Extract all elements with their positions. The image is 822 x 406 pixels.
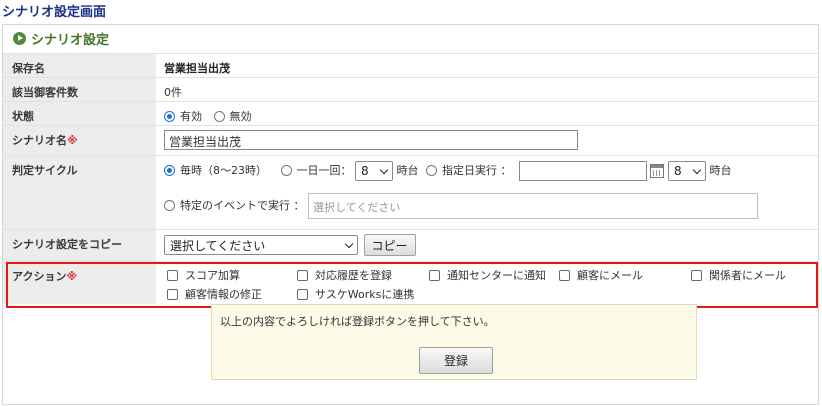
row-cycle: 判定サイクル 毎時（8〜23時） 一日一回： 8 時台 指定日実行 ： 8 時台…	[3, 155, 818, 230]
cycle-event-label: 特定のイベントで実行 ：	[180, 199, 305, 212]
action-score-add[interactable]: スコア加算	[167, 267, 240, 283]
checkbox[interactable]	[559, 270, 570, 281]
circle-arrow-icon	[13, 31, 26, 45]
cycle-hourly-label: 毎時（8〜23時）	[180, 164, 267, 177]
status-active-radio[interactable]	[164, 111, 175, 122]
scenario-name-cell: 営業担当出茂	[156, 125, 818, 156]
cycle-hourly-radio[interactable]	[164, 165, 175, 176]
status-active-option[interactable]: 有効	[164, 108, 202, 124]
daily-hour-suffix: 時台	[396, 164, 419, 177]
cycle-line-2: 特定のイベントで実行 ： 選択してください	[164, 193, 818, 219]
status-inactive-option[interactable]: 無効	[213, 108, 252, 124]
calendar-icon[interactable]	[650, 164, 664, 178]
action-sasuke-works[interactable]: サスケWorksに連携	[297, 286, 414, 302]
checkbox[interactable]	[297, 270, 308, 281]
cycle-specific-date-radio[interactable]	[426, 165, 437, 176]
action-notify-center[interactable]: 通知センターに通知	[429, 267, 546, 283]
confirm-notice: 以上の内容でよろしければ登録ボタンを押して下さい。 登録	[211, 304, 697, 380]
action-options: スコア加算 対応履歴を登録 通知センターに通知 顧客にメール 関係者にメール 顧…	[156, 261, 818, 304]
row-action: アクション※ スコア加算 対応履歴を登録 通知センターに通知 顧客にメール 関係…	[3, 261, 818, 304]
target-count-label: 該当御客件数	[3, 77, 156, 102]
copy-select-value: 選択してください	[170, 238, 266, 253]
row-status: 状態 有効 無効	[3, 101, 818, 126]
action-item-label: 関係者にメール	[709, 269, 786, 282]
action-edit-customer[interactable]: 顧客情報の修正	[167, 286, 262, 302]
action-item-label: 対応履歴を登録	[315, 269, 392, 282]
target-count-value: 0件	[156, 77, 818, 102]
chevron-down-icon	[379, 165, 389, 174]
scenario-name-input[interactable]: 営業担当出茂	[164, 130, 578, 150]
save-name-value: 営業担当出茂	[156, 53, 818, 78]
cycle-event-radio[interactable]	[164, 200, 175, 211]
checkbox[interactable]	[297, 289, 308, 300]
cycle-event-option[interactable]: 特定のイベントで実行 ：	[164, 197, 305, 213]
cycle-daily-label: 一日一回：	[296, 164, 352, 177]
required-mark: ※	[67, 134, 78, 147]
date-hour-value: 8	[674, 164, 682, 178]
cycle-hourly-option[interactable]: 毎時（8〜23時）	[164, 162, 267, 178]
required-mark: ※	[66, 270, 78, 283]
action-item-label: 顧客にメール	[577, 269, 643, 282]
checkbox[interactable]	[167, 270, 178, 281]
chevron-down-icon	[344, 239, 354, 248]
copy-label: シナリオ設定をコピー	[3, 229, 156, 262]
date-hour-suffix: 時台	[709, 164, 732, 177]
cycle-specific-date-label: 指定日実行 ：	[442, 164, 512, 177]
action-register-history[interactable]: 対応履歴を登録	[297, 267, 392, 283]
daily-hour-select[interactable]: 8	[355, 161, 393, 181]
cycle-options: 毎時（8〜23時） 一日一回： 8 時台 指定日実行 ： 8 時台 特定のイベン…	[156, 155, 818, 230]
status-options: 有効 無効	[156, 101, 818, 126]
save-name-label: 保存名	[3, 53, 156, 78]
cycle-line-1: 毎時（8〜23時） 一日一回： 8 時台 指定日実行 ： 8 時台	[164, 161, 818, 183]
checkbox[interactable]	[167, 289, 178, 300]
scenario-name-label: シナリオ名※	[3, 125, 156, 156]
action-item-label: サスケWorksに連携	[315, 288, 415, 301]
copy-button[interactable]: コピー	[363, 234, 416, 256]
cycle-specific-date-option[interactable]: 指定日実行 ：	[426, 162, 512, 178]
row-target-count: 該当御客件数 0件	[3, 77, 818, 102]
copy-scenario-select[interactable]: 選択してください	[164, 235, 358, 255]
action-email-stakeholders[interactable]: 関係者にメール	[691, 267, 786, 283]
notice-message: 以上の内容でよろしければ登録ボタンを押して下さい。	[220, 315, 495, 328]
page-title: シナリオ設定画面	[2, 5, 107, 20]
action-item-label: スコア加算	[185, 269, 240, 282]
cycle-daily-option[interactable]: 一日一回：	[280, 162, 352, 178]
scenario-name-label-text: シナリオ名	[12, 134, 67, 147]
status-label: 状態	[3, 101, 156, 126]
copy-cell: 選択してください コピー	[156, 229, 818, 262]
specific-date-input[interactable]	[519, 161, 647, 181]
action-email-customer[interactable]: 顧客にメール	[559, 267, 643, 283]
daily-hour-value: 8	[361, 164, 369, 178]
settings-form: 保存名 営業担当出茂 該当御客件数 0件 状態 有効 無効 シナリオ名※ 営業担…	[3, 53, 818, 304]
chevron-down-icon	[692, 165, 702, 174]
row-copy: シナリオ設定をコピー 選択してください コピー	[3, 229, 818, 262]
checkbox[interactable]	[429, 270, 440, 281]
panel-title: シナリオ設定	[31, 32, 110, 48]
row-scenario-name: シナリオ名※ 営業担当出茂	[3, 125, 818, 156]
status-inactive-radio[interactable]	[213, 111, 225, 122]
action-item-label: 通知センターに通知	[447, 269, 546, 282]
event-select-input[interactable]: 選択してください	[308, 193, 758, 219]
status-active-label: 有効	[180, 110, 202, 123]
cycle-label: 判定サイクル	[3, 155, 156, 230]
checkbox[interactable]	[691, 270, 702, 281]
row-save-name: 保存名 営業担当出茂	[3, 53, 818, 78]
action-item-label: 顧客情報の修正	[185, 288, 262, 301]
cycle-daily-radio[interactable]	[280, 165, 292, 176]
register-button[interactable]: 登録	[419, 347, 493, 374]
status-inactive-label: 無効	[229, 110, 252, 123]
panel-header: シナリオ設定	[3, 25, 818, 51]
date-hour-select[interactable]: 8	[668, 161, 706, 181]
action-label: アクション※	[3, 261, 156, 304]
action-label-text: アクション	[12, 270, 67, 283]
